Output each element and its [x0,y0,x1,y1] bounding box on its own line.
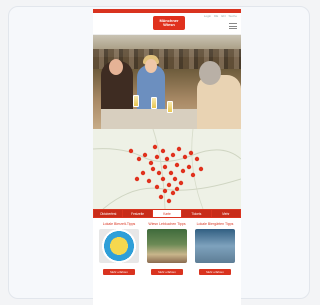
tab-mehr[interactable]: Mehr [211,210,241,217]
beer-glass [151,97,157,109]
map-pin-icon[interactable] [154,154,160,160]
map-pin-icon[interactable] [160,176,166,182]
map-pin-icon[interactable] [162,188,168,194]
map-pin-icon[interactable] [172,176,178,182]
map-pin-icon[interactable] [190,172,196,178]
map-pin-icon[interactable] [156,170,162,176]
map-pin-icon[interactable] [174,186,180,192]
website-page: Münchner Wiesn Login DE EN Suche Oktober… [93,9,241,305]
map-pin-icon[interactable] [198,166,204,172]
map-pin-icon[interactable] [148,160,154,166]
map-pin-icon[interactable] [134,176,140,182]
table [101,109,197,129]
hero-image [93,35,241,129]
site-header: Münchner Wiesn Login DE EN Suche [93,13,241,35]
region-map[interactable] [93,129,241,209]
map-pin-icon[interactable] [180,168,186,174]
card-title: Lokale Biergärten Tipps [196,222,234,226]
map-pin-icon[interactable] [188,150,194,156]
map-svg [93,129,241,209]
map-pin-icon[interactable] [178,180,184,186]
map-pin-icon[interactable] [166,182,172,188]
map-pin-icon[interactable] [194,156,200,162]
tab-festzelte[interactable]: Festzelte [123,210,152,217]
map-pins [128,144,204,204]
map-pin-icon[interactable] [186,164,192,170]
card-button[interactable]: Mehr erfahren [151,269,183,275]
site-logo[interactable]: Münchner Wiesn [153,16,185,30]
map-pin-icon[interactable] [182,154,188,160]
person-left-face [109,59,123,75]
map-pin-icon[interactable] [174,162,180,168]
card-image [195,229,235,263]
map-pin-icon[interactable] [146,178,152,184]
map-pin-icon[interactable] [164,156,170,162]
login-link[interactable]: Login [204,14,211,18]
tips-cards: Lokale Bierzelt-Tipps Mehr erfahren Wies… [93,218,241,282]
card-title: Lokale Bierzelt-Tipps [102,222,136,226]
beer-glass [167,101,173,113]
map-pin-icon[interactable] [128,148,134,154]
map-pin-icon[interactable] [170,152,176,158]
map-pin-icon[interactable] [150,166,156,172]
map-pin-icon[interactable] [158,194,164,200]
map-pin-icon[interactable] [166,198,172,204]
hamburger-menu-icon[interactable] [229,23,237,29]
map-pin-icon[interactable] [142,152,148,158]
lang-de-link[interactable]: DE [214,14,218,18]
card-image [147,229,187,263]
tip-card[interactable]: Lokale Biergärten Tipps Mehr erfahren [193,222,237,282]
map-pin-icon[interactable] [168,170,174,176]
map-pin-icon[interactable] [176,146,182,152]
map-pin-icon[interactable] [140,170,146,176]
tip-card[interactable]: Wiesn Lebkuchen Tipps Mehr erfahren [145,222,189,282]
lang-en-link[interactable]: EN [221,14,225,18]
tab-oktoberfest[interactable]: Oktoberfest [94,210,123,217]
card-image [99,229,139,263]
person-center-face [145,59,157,73]
card-button[interactable]: Mehr erfahren [103,269,135,275]
map-pin-icon[interactable] [136,156,142,162]
map-pin-icon[interactable] [162,164,168,170]
map-pin-icon[interactable] [160,148,166,154]
search-link[interactable]: Suche [228,14,237,18]
beer-glass [133,95,139,107]
person-right-face [199,61,221,85]
map-pin-icon[interactable] [152,144,158,150]
tab-karte[interactable]: Karte [152,210,182,217]
card-title: Wiesn Lebkuchen Tipps [148,222,186,226]
tip-card[interactable]: Lokale Bierzelt-Tipps Mehr erfahren [97,222,141,282]
card-button[interactable]: Mehr erfahren [199,269,231,275]
top-links: Login DE EN Suche [204,14,237,18]
tab-bar: Oktoberfest Festzelte Karte Tickets Mehr [93,209,241,218]
map-pin-icon[interactable] [154,184,160,190]
tab-tickets[interactable]: Tickets [182,210,211,217]
map-pin-icon[interactable] [170,190,176,196]
